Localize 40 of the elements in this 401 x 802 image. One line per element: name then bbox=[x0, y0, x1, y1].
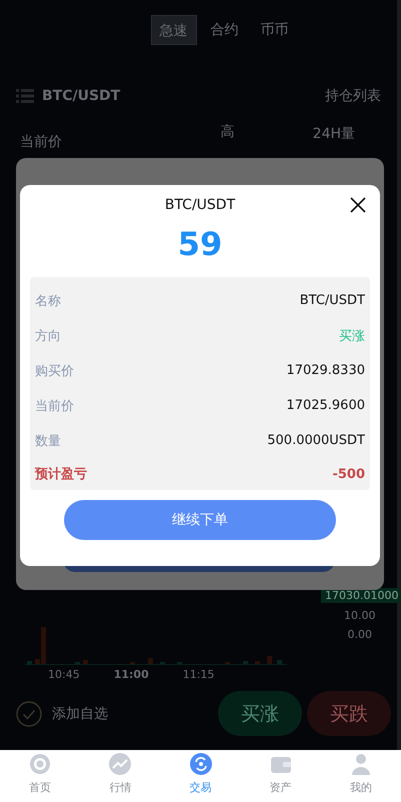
nav-tab[interactable]: 行情 bbox=[80, 750, 160, 802]
buy-down-button[interactable]: 买跌 bbox=[307, 691, 391, 736]
stat-label: 24H量 bbox=[312, 125, 355, 144]
checkbox[interactable] bbox=[16, 700, 42, 726]
detail-label: 当前价 bbox=[35, 398, 74, 414]
continue-button[interactable]: 继续下单 bbox=[64, 500, 336, 540]
nav-tab[interactable]: 资产 bbox=[240, 750, 321, 802]
nav-tab[interactable]: 我的 bbox=[320, 750, 401, 802]
detail-label: 预计盈亏 bbox=[35, 466, 87, 483]
detail-value: BTC/USDT bbox=[300, 293, 365, 308]
detail-label: 数量 bbox=[35, 432, 61, 450]
axis-label: 10:45 bbox=[48, 668, 80, 681]
mode-tab[interactable]: 币币 bbox=[252, 15, 296, 45]
positions-link[interactable]: 持仓列表 bbox=[325, 87, 381, 105]
axis-label: 10.00 bbox=[344, 609, 376, 622]
mode-tab[interactable]: 急速 bbox=[150, 15, 196, 45]
axis-label: 11:15 bbox=[182, 668, 214, 681]
dialog-title: BTC/USDT bbox=[164, 197, 236, 213]
countdown: 59 bbox=[178, 225, 222, 263]
detail-value: 17029.8330 bbox=[286, 363, 365, 378]
menu-icon[interactable] bbox=[16, 89, 34, 103]
stat-label: 当前价 bbox=[20, 133, 62, 151]
detail-value: -500 bbox=[332, 466, 365, 482]
favorite-label: 添加自选 bbox=[52, 704, 108, 722]
nav-tab[interactable]: 交易 bbox=[160, 750, 241, 802]
detail-value: 17025.9600 bbox=[286, 398, 365, 413]
mode-tab[interactable]: 合约 bbox=[202, 15, 246, 45]
buy-up-button[interactable]: 买涨 bbox=[218, 691, 302, 736]
price-tag: 17030.01000 bbox=[321, 588, 401, 603]
detail-label: 名称 bbox=[35, 292, 61, 310]
nav-tab[interactable]: 首页 bbox=[0, 750, 80, 802]
detail-label: 方向 bbox=[35, 328, 61, 344]
pair-title: BTC/USDT bbox=[42, 88, 122, 104]
axis-label: 0.00 bbox=[347, 628, 372, 641]
detail-label: 购买价 bbox=[35, 362, 74, 380]
detail-value: 500.0000USDT bbox=[267, 433, 365, 448]
detail-value: 买涨 bbox=[339, 328, 365, 344]
axis-label: 11:00 bbox=[114, 668, 149, 681]
close-icon[interactable] bbox=[350, 197, 366, 213]
stat-label: 高 bbox=[220, 123, 234, 142]
